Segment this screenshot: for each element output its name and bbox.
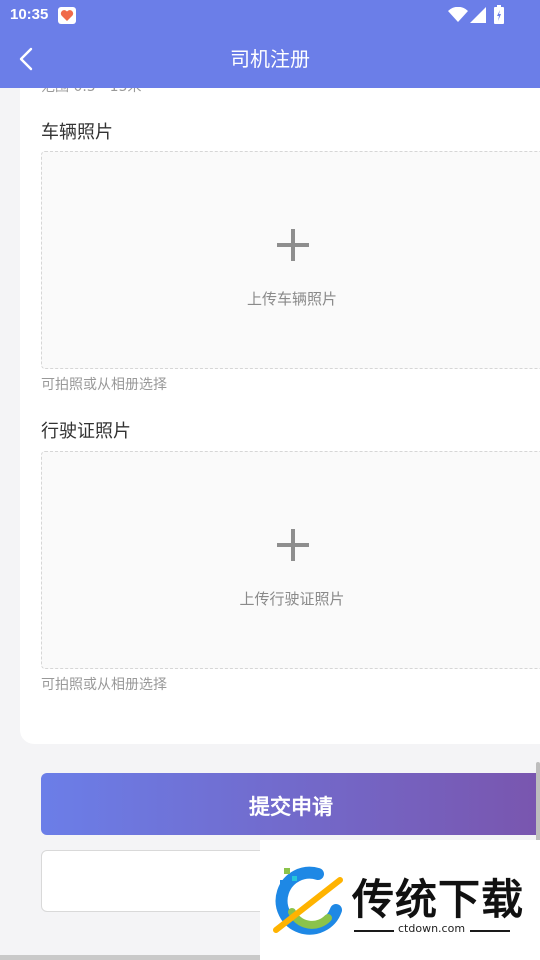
plus-icon xyxy=(277,529,309,561)
bottom-divider xyxy=(0,955,260,960)
scrollbar-thumb[interactable] xyxy=(536,762,540,842)
vehicle-photo-label: 车辆照片 xyxy=(41,122,113,143)
submit-application-button[interactable]: 提交申请 xyxy=(41,773,540,835)
watermark-brand: 传统下载 xyxy=(352,875,525,924)
registration-form-card: 范围 0.5 - 15米 车辆照片 上传车辆照片 可拍照或从相册选择 行驶证照片… xyxy=(20,88,540,744)
vehicle-photo-upload-text: 上传车辆照片 xyxy=(246,290,337,308)
battery-icon xyxy=(494,5,504,28)
watermark-logo-icon xyxy=(273,866,343,935)
license-photo-upload-text: 上传行驶证照片 xyxy=(239,590,345,608)
status-bar: 10:35 xyxy=(0,0,540,30)
signal-icon xyxy=(470,7,486,27)
vehicle-photo-hint: 可拍照或从相册选择 xyxy=(41,377,167,393)
submit-button-label: 提交申请 xyxy=(249,795,333,819)
wifi-icon xyxy=(448,6,468,27)
vehicle-photo-upload[interactable]: 上传车辆照片 xyxy=(41,151,540,369)
watermark-rule-right xyxy=(470,930,510,932)
app-notification-icon xyxy=(58,7,76,24)
page-title: 司机注册 xyxy=(230,47,310,71)
license-photo-label: 行驶证照片 xyxy=(41,421,131,442)
status-time: 10:35 xyxy=(10,6,49,23)
watermark: 传统下载 ctdown.com xyxy=(260,840,540,960)
app-bar: 司机注册 xyxy=(0,30,540,88)
license-photo-upload[interactable]: 上传行驶证照片 xyxy=(41,451,540,669)
plus-icon xyxy=(277,229,309,261)
watermark-rule-left xyxy=(354,930,394,932)
watermark-domain: ctdown.com xyxy=(398,922,466,935)
range-hint: 范围 0.5 - 15米 xyxy=(41,88,141,96)
license-photo-hint: 可拍照或从相册选择 xyxy=(41,677,167,693)
